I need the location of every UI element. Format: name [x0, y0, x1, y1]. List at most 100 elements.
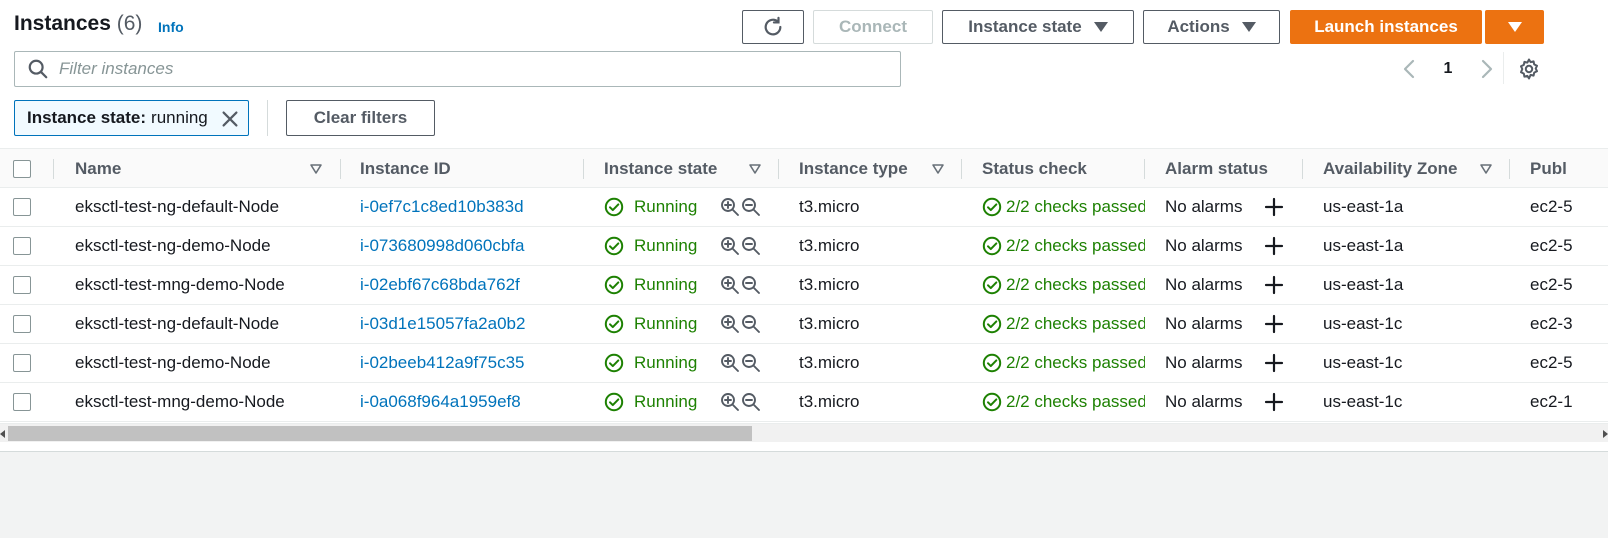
- search-input[interactable]: [59, 59, 879, 79]
- zoom-out-icon[interactable]: [741, 314, 761, 334]
- scrollbar-thumb[interactable]: [8, 426, 752, 441]
- row-checkbox[interactable]: [13, 354, 31, 372]
- check-circle-icon: [604, 392, 624, 412]
- check-circle-icon: [604, 197, 624, 217]
- zoom-in-icon[interactable]: [720, 353, 740, 373]
- scroll-right-icon[interactable]: [1603, 430, 1608, 438]
- table-row[interactable]: eksctl-test-ng-demo-Node i-073680998d060…: [0, 227, 1608, 266]
- chevron-left-icon[interactable]: [1398, 57, 1422, 81]
- clear-filters-label: Clear filters: [313, 108, 408, 127]
- row-checkbox[interactable]: [13, 237, 31, 255]
- zoom-in-icon[interactable]: [720, 314, 740, 334]
- instance-name: eksctl-test-ng-demo-Node: [75, 236, 271, 255]
- availability-zone: us-east-1c: [1323, 314, 1403, 333]
- sort-icon[interactable]: [931, 162, 945, 176]
- alarm-status: No alarms: [1165, 197, 1243, 216]
- add-alarm[interactable]: [1264, 188, 1286, 226]
- add-alarm[interactable]: [1264, 344, 1286, 382]
- status-check[interactable]: 2/2 checks passed: [982, 344, 1145, 382]
- add-alarm[interactable]: [1264, 383, 1286, 421]
- status-check[interactable]: 2/2 checks passed: [982, 227, 1145, 265]
- column-header-name[interactable]: Name: [75, 149, 121, 189]
- instance-id-link[interactable]: i-0a068f964a1959ef8: [360, 383, 580, 421]
- info-link[interactable]: Info: [158, 19, 184, 35]
- refresh-button[interactable]: [742, 10, 804, 44]
- zoom-out-icon[interactable]: [741, 392, 761, 412]
- row-checkbox[interactable]: [13, 393, 31, 411]
- column-header-instance-state[interactable]: Instance state: [604, 149, 717, 189]
- zoom-out-icon[interactable]: [741, 197, 761, 217]
- filter-bar[interactable]: [14, 51, 901, 87]
- zoom-out-icon[interactable]: [741, 353, 761, 373]
- instance-state: Running: [604, 188, 714, 226]
- plus-icon[interactable]: [1264, 236, 1284, 256]
- row-checkbox[interactable]: [13, 276, 31, 294]
- zoom-in-icon[interactable]: [720, 392, 740, 412]
- instance-name: eksctl-test-mng-demo-Node: [75, 392, 285, 411]
- current-page[interactable]: 1: [1444, 60, 1453, 78]
- column-header-availability-zone[interactable]: Availability Zone: [1323, 149, 1457, 189]
- connect-button[interactable]: Connect: [813, 10, 933, 44]
- instance-state-button[interactable]: Instance state: [942, 10, 1134, 44]
- add-alarm[interactable]: [1264, 227, 1286, 265]
- zoom-controls: [720, 305, 764, 343]
- row-checkbox[interactable]: [13, 198, 31, 216]
- scroll-left-icon[interactable]: [0, 430, 5, 438]
- add-alarm[interactable]: [1264, 266, 1286, 304]
- table-row[interactable]: eksctl-test-ng-default-Node i-03d1e15057…: [0, 305, 1608, 344]
- availability-zone: us-east-1a: [1323, 197, 1404, 216]
- column-divider: [961, 159, 962, 179]
- column-header-instance-id[interactable]: Instance ID: [360, 149, 451, 189]
- plus-icon[interactable]: [1264, 392, 1284, 412]
- horizontal-scrollbar[interactable]: [0, 423, 1608, 442]
- check-circle-icon: [982, 275, 1002, 295]
- plus-icon[interactable]: [1264, 197, 1284, 217]
- actions-button[interactable]: Actions: [1143, 10, 1280, 44]
- close-icon[interactable]: [219, 108, 241, 130]
- table-row[interactable]: eksctl-test-ng-demo-Node i-02beeb412a9f7…: [0, 344, 1608, 383]
- status-check[interactable]: 2/2 checks passed: [982, 383, 1145, 421]
- column-divider: [340, 159, 341, 179]
- table-row[interactable]: eksctl-test-mng-demo-Node i-0a068f964a19…: [0, 383, 1608, 422]
- table-row[interactable]: eksctl-test-mng-demo-Node i-02ebf67c68bd…: [0, 266, 1608, 305]
- column-header-public-dns[interactable]: Publ: [1530, 149, 1567, 189]
- zoom-in-icon[interactable]: [720, 197, 740, 217]
- zoom-in-icon[interactable]: [720, 275, 740, 295]
- instance-id-link[interactable]: i-073680998d060cbfa: [360, 227, 580, 265]
- zoom-in-icon[interactable]: [720, 236, 740, 256]
- instance-id-link[interactable]: i-02ebf67c68bda762f: [360, 266, 580, 304]
- column-header-alarm-status[interactable]: Alarm status: [1165, 149, 1268, 189]
- chevron-right-icon[interactable]: [1474, 57, 1498, 81]
- gear-icon[interactable]: [1517, 57, 1541, 81]
- launch-dropdown-button[interactable]: [1485, 10, 1544, 44]
- status-check[interactable]: 2/2 checks passed: [982, 266, 1145, 304]
- plus-icon[interactable]: [1264, 275, 1284, 295]
- clear-filters-button[interactable]: Clear filters: [286, 100, 435, 136]
- sort-icon[interactable]: [748, 162, 762, 176]
- select-all-checkbox[interactable]: [13, 160, 31, 178]
- instance-state-text: Running: [634, 197, 698, 216]
- instance-id-link[interactable]: i-0ef7c1c8ed10b383d: [360, 188, 580, 226]
- add-alarm[interactable]: [1264, 305, 1286, 343]
- filter-token-key: Instance state:: [27, 108, 147, 127]
- status-check[interactable]: 2/2 checks passed: [982, 188, 1145, 226]
- instance-id-link[interactable]: i-02beeb412a9f75c35: [360, 344, 580, 382]
- instance-id-link[interactable]: i-03d1e15057fa2a0b2: [360, 305, 580, 343]
- public-dns: ec2-5: [1530, 197, 1573, 216]
- zoom-out-icon[interactable]: [741, 275, 761, 295]
- plus-icon[interactable]: [1264, 314, 1284, 334]
- column-header-instance-type[interactable]: Instance type: [799, 149, 908, 189]
- search-icon: [28, 59, 48, 79]
- status-check[interactable]: 2/2 checks passed: [982, 305, 1145, 343]
- launch-instances-button[interactable]: Launch instances: [1290, 10, 1482, 44]
- row-checkbox[interactable]: [13, 315, 31, 333]
- alarm-status: No alarms: [1165, 392, 1243, 411]
- sort-icon[interactable]: [1479, 162, 1493, 176]
- sort-icon[interactable]: [309, 162, 323, 176]
- table-row[interactable]: eksctl-test-ng-default-Node i-0ef7c1c8ed…: [0, 188, 1608, 227]
- plus-icon[interactable]: [1264, 353, 1284, 373]
- column-header-status-check[interactable]: Status check: [982, 149, 1087, 189]
- instance-type: t3.micro: [799, 392, 860, 411]
- public-dns: ec2-5: [1530, 353, 1573, 372]
- zoom-out-icon[interactable]: [741, 236, 761, 256]
